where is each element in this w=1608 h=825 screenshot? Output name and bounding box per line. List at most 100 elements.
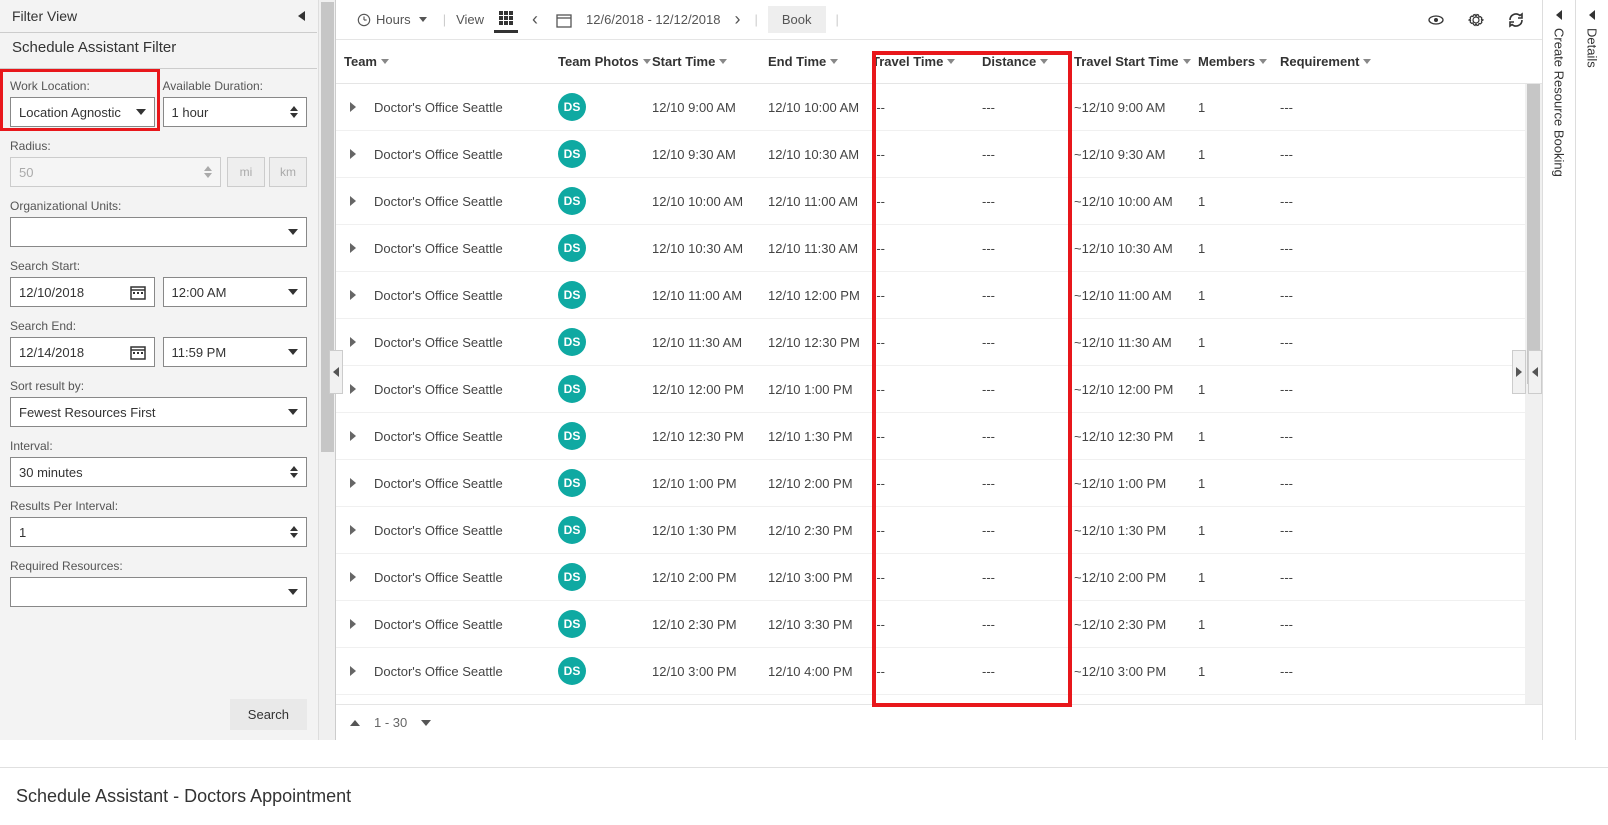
table-row[interactable]: Doctor's Office SeattleDS12/10 2:00 PM12… [336,554,1542,601]
end-cell: 12/10 2:30 PM [768,523,872,538]
avatar: DS [558,187,586,215]
page-first-icon[interactable] [350,720,360,726]
table-row[interactable]: Doctor's Office SeattleDS12/10 1:00 PM12… [336,460,1542,507]
distance-cell: --- [982,147,1074,162]
create-resource-booking-rail[interactable]: Create Resource Booking [1542,0,1575,740]
table-row[interactable]: Doctor's Office SeattleDS12/10 12:30 PM1… [336,413,1542,460]
table-row[interactable]: Doctor's Office SeattleDS12/10 12:00 PM1… [336,366,1542,413]
filter-view-header[interactable]: Filter View [0,0,317,32]
table-row[interactable]: Doctor's Office SeattleDS12/10 1:30 PM12… [336,507,1542,554]
table-row[interactable]: Doctor's Office SeattleDS12/10 3:00 PM12… [336,648,1542,695]
col-travel[interactable]: Travel Time [872,54,982,69]
grid-scrollbar[interactable] [1525,84,1542,704]
travel-start-cell: ~12/10 1:00 PM [1074,476,1198,491]
start-cell: 12/10 11:30 AM [652,335,768,350]
col-end[interactable]: End Time [768,54,872,69]
table-row[interactable]: Doctor's Office SeattleDS12/10 10:00 AM1… [336,178,1542,225]
expand-icon[interactable] [350,149,356,159]
distance-cell: --- [982,288,1074,303]
book-button[interactable]: Book [768,6,826,33]
expand-icon[interactable] [350,431,356,441]
travel-cell: --- [872,523,982,538]
chevron-down-icon [288,349,298,355]
required-resources-label: Required Resources: [10,559,307,573]
table-row[interactable]: Doctor's Office SeattleDS12/10 2:30 PM12… [336,601,1542,648]
org-units-select[interactable] [10,217,307,247]
page-next-icon[interactable] [421,720,431,726]
distance-cell: --- [982,617,1074,632]
scrollbar-thumb[interactable] [1527,84,1540,384]
col-start[interactable]: Start Time [652,54,768,69]
required-resources-select[interactable] [10,577,307,607]
search-button[interactable]: Search [230,699,307,730]
col-photos[interactable]: Team Photos [558,54,652,69]
expand-icon[interactable] [350,619,356,629]
table-row[interactable]: Doctor's Office SeattleDS12/10 9:00 AM12… [336,84,1542,131]
hours-dropdown[interactable]: Hours [350,8,433,32]
collapse-handle-left[interactable] [329,350,343,394]
team-cell: Doctor's Office Seattle [374,570,503,585]
table-row[interactable]: Doctor's Office SeattleDS12/10 11:00 AM1… [336,272,1542,319]
expand-icon[interactable] [350,290,356,300]
calendar-picker[interactable] [552,8,576,32]
collapse-handle-right-2[interactable] [1512,350,1526,394]
end-cell: 12/10 4:00 PM [768,664,872,679]
unit-km-button: km [269,157,307,187]
details-rail[interactable]: Details [1575,0,1608,740]
expand-icon[interactable] [350,666,356,676]
search-start-date[interactable]: 12/10/2018 [10,277,155,307]
grid-body[interactable]: Doctor's Office SeattleDS12/10 9:00 AM12… [336,84,1542,704]
search-end-date[interactable]: 12/14/2018 [10,337,155,367]
team-cell: Doctor's Office Seattle [374,382,503,397]
visibility-button[interactable] [1424,8,1448,32]
col-requirement[interactable]: Requirement [1280,54,1380,69]
requirement-cell: --- [1280,147,1380,162]
prev-button[interactable]: ‹ [528,5,542,34]
expand-icon[interactable] [350,196,356,206]
col-team[interactable]: Team [344,54,558,69]
collapse-left-icon[interactable] [298,11,305,21]
col-distance[interactable]: Distance [982,54,1074,69]
search-start-label: Search Start: [10,259,307,273]
travel-start-cell: ~12/10 12:30 PM [1074,429,1198,444]
expand-icon[interactable] [350,337,356,347]
available-duration-input[interactable]: 1 hour [163,97,308,127]
team-cell: Doctor's Office Seattle [374,335,503,350]
table-row[interactable]: Doctor's Office SeattleDS12/10 11:30 AM1… [336,319,1542,366]
start-cell: 12/10 9:30 AM [652,147,768,162]
search-end-time[interactable]: 11:59 PM [163,337,308,367]
sort-select[interactable]: Fewest Resources First [10,397,307,427]
col-travel-start[interactable]: Travel Start Time [1074,54,1198,69]
table-row[interactable]: Doctor's Office SeattleDS12/10 10:30 AM1… [336,225,1542,272]
expand-icon[interactable] [350,243,356,253]
expand-icon[interactable] [350,384,356,394]
filter-panel: Filter View Schedule Assistant Filter Wo… [0,0,336,740]
team-cell: Doctor's Office Seattle [374,664,503,679]
expand-icon[interactable] [350,102,356,112]
travel-cell: --- [872,429,982,444]
avatar: DS [558,516,586,544]
interval-input[interactable]: 30 minutes [10,457,307,487]
end-cell: 12/10 1:30 PM [768,429,872,444]
table-row[interactable]: Doctor's Office SeattleDS12/10 9:30 AM12… [336,131,1542,178]
refresh-button[interactable] [1504,8,1528,32]
expand-icon[interactable] [350,478,356,488]
travel-start-cell: ~12/10 10:00 AM [1074,194,1198,209]
settings-button[interactable] [1464,8,1488,32]
results-per-input[interactable]: 1 [10,517,307,547]
col-members[interactable]: Members [1198,54,1280,69]
next-button[interactable]: › [730,5,744,34]
members-cell: 1 [1198,335,1280,350]
expand-icon[interactable] [350,525,356,535]
travel-cell: --- [872,147,982,162]
chevron-down-icon [1363,59,1371,64]
members-cell: 1 [1198,147,1280,162]
date-range: 12/6/2018 - 12/12/2018 [586,12,720,27]
travel-start-cell: ~12/10 9:30 AM [1074,147,1198,162]
distance-cell: --- [982,664,1074,679]
collapse-handle-right-1[interactable] [1528,350,1542,394]
grid-view-button[interactable] [494,6,518,33]
expand-icon[interactable] [350,572,356,582]
search-start-time[interactable]: 12:00 AM [163,277,308,307]
work-location-select[interactable]: Location Agnostic [10,97,155,127]
